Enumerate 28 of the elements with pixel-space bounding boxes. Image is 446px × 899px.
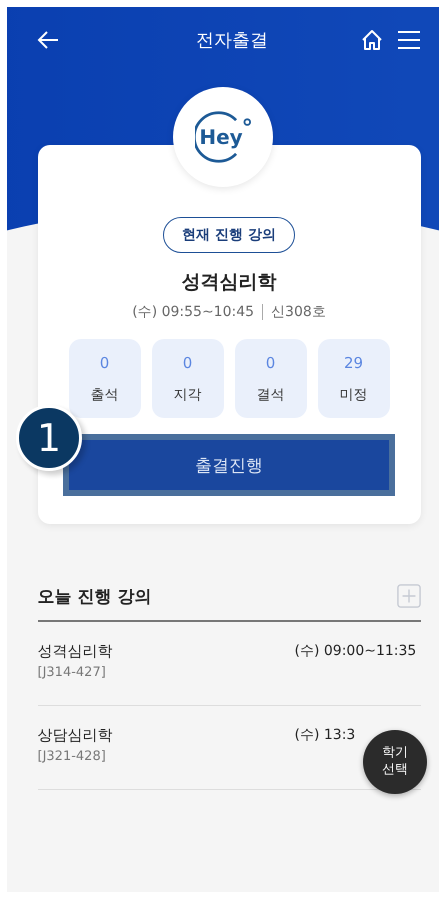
menu-icon[interactable]	[397, 30, 421, 50]
stat-label: 출석	[90, 386, 118, 404]
lecture-time: (수) 09:55~10:45	[132, 303, 254, 321]
lecture-name: 성격심리학	[182, 270, 276, 295]
stat-label: 미정	[340, 386, 368, 404]
lecture-time: (수) 13:3	[294, 726, 356, 744]
attendance-button[interactable]: 출결진행	[63, 434, 395, 496]
lecture-name[interactable]: 상담심리학	[38, 726, 112, 745]
logo-text: Hey	[199, 125, 243, 149]
stat-value: 0	[100, 354, 110, 372]
lecture-room: 신308호	[271, 303, 326, 321]
semester-select-button[interactable]: 학기 선택	[363, 730, 427, 794]
section-title: 오늘 진행 강의	[38, 586, 152, 608]
lecture-code: [J314-427]	[38, 665, 107, 680]
lecture-time: (수) 09:00~11:35	[294, 642, 418, 660]
lecture-code: [J321-428]	[38, 749, 107, 764]
stat-label: 결석	[256, 386, 284, 404]
stat-value: 29	[344, 354, 364, 372]
screen-title: 전자출결	[196, 29, 268, 52]
stat-value: 0	[182, 354, 192, 372]
status-badge: 현재 진행 강의	[163, 217, 295, 253]
stat-value: 0	[266, 354, 276, 372]
logo-ring-icon	[195, 109, 251, 165]
stat-label: 지각	[174, 386, 202, 404]
lecture-name[interactable]: 성격심리학	[38, 642, 112, 661]
back-arrow-icon[interactable]	[37, 31, 59, 49]
step-number-badge: 1	[16, 405, 82, 471]
home-icon[interactable]	[361, 29, 383, 51]
